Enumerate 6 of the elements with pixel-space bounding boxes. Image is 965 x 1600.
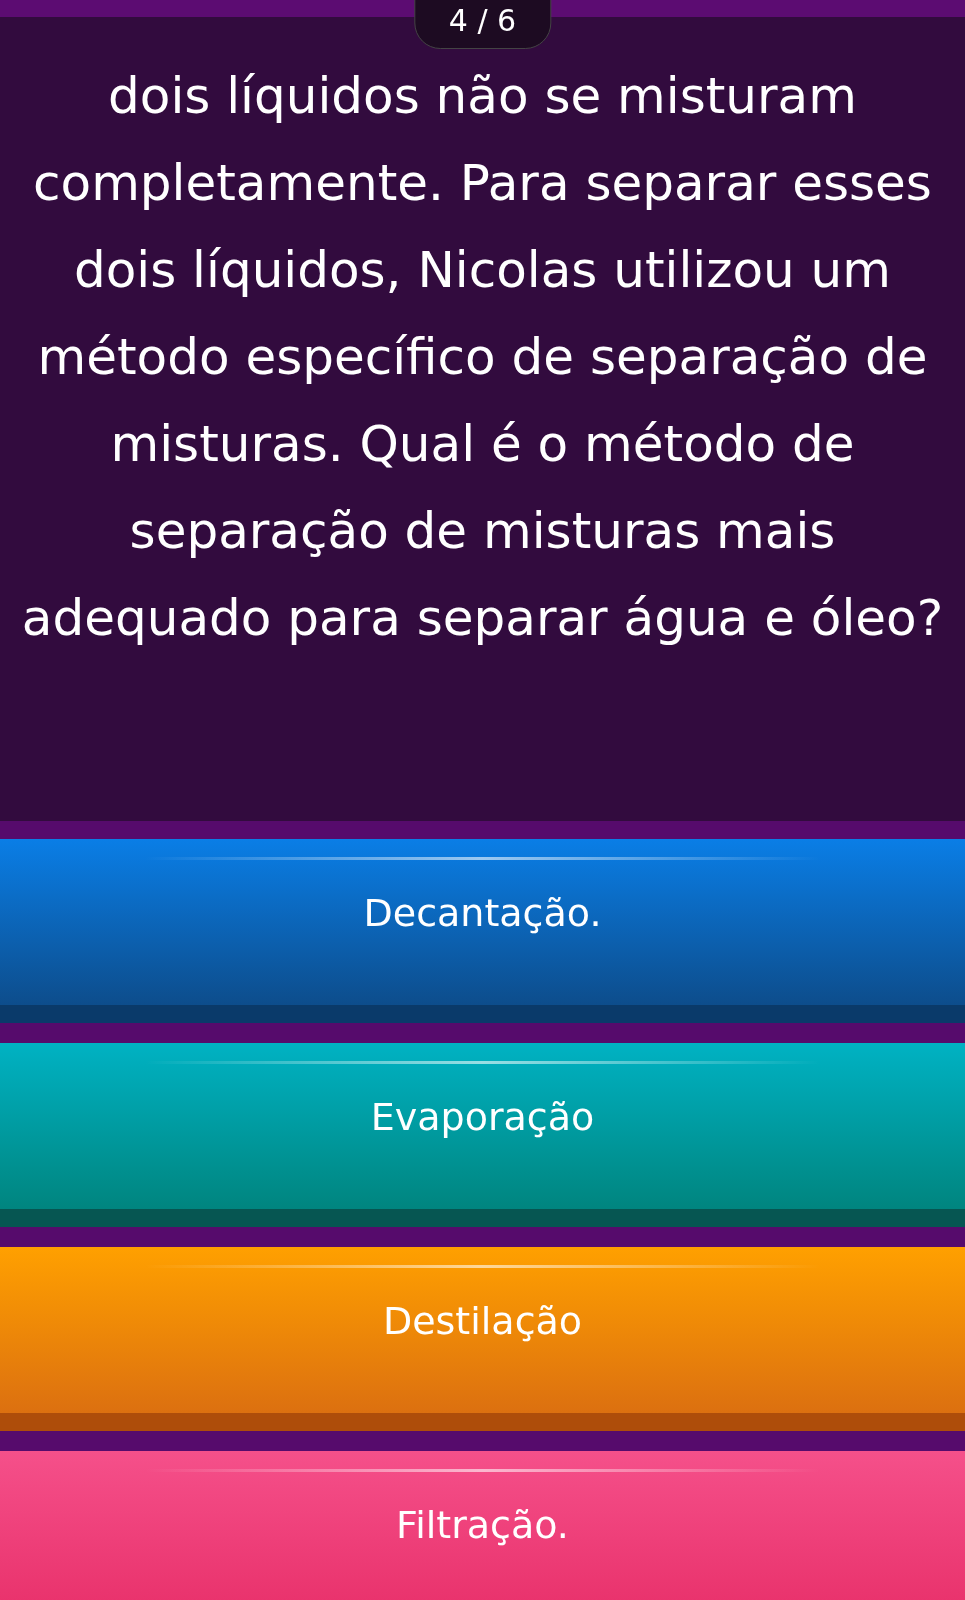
answer-option[interactable]: Evaporação — [0, 1043, 965, 1227]
question-text: dois líquidos não se misturam completamente. Para separar esses dois líquidos, Nicolas utilizou um método específico de separação de misturas. Qual é o método de separação de misturas mais adequado para separar água e óleo? — [20, 66, 945, 649]
answer-option[interactable]: Decantação. — [0, 839, 965, 1023]
answer-option[interactable]: Destilação — [0, 1247, 965, 1431]
question-counter: 4 / 6 — [413, 0, 552, 49]
answer-option[interactable]: Filtração. — [0, 1451, 965, 1600]
